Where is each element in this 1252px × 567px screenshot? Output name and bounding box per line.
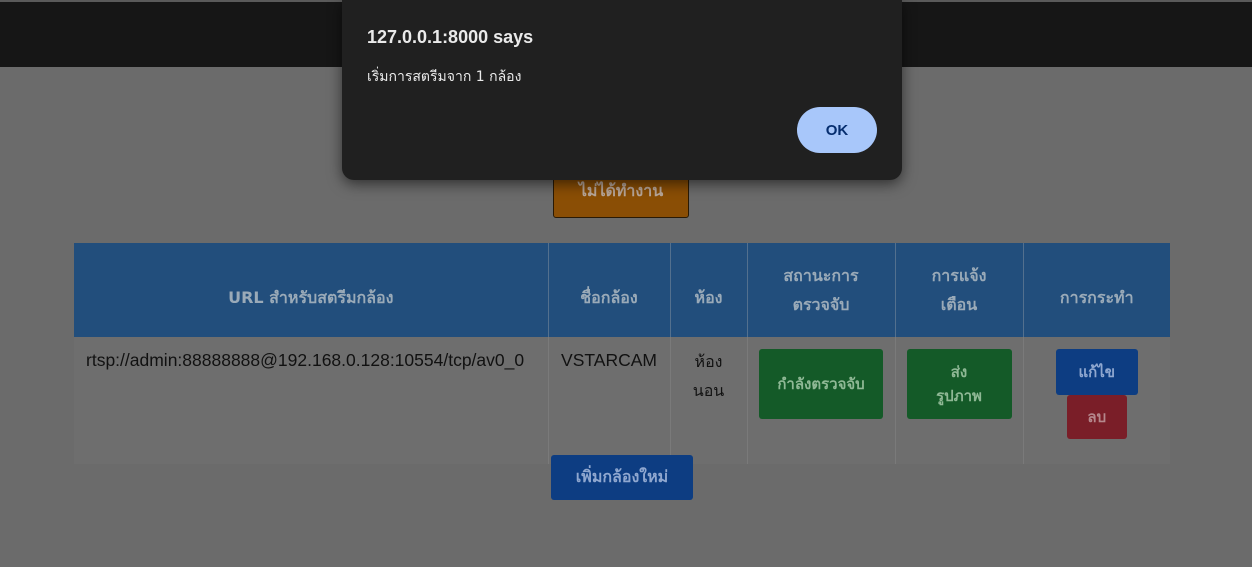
- camera-room: ห้องนอน: [670, 337, 748, 464]
- header-detection-status: สถานะการตรวจจับ: [747, 243, 896, 337]
- header-camera-name: ชื่อกล้อง: [548, 243, 671, 337]
- add-camera-button[interactable]: เพิ่มกล้องใหม่: [551, 455, 693, 500]
- action-buttons: แก้ไข ลบ: [1032, 349, 1163, 439]
- detection-cell: กำลังตรวจจับ: [747, 337, 896, 464]
- camera-table: URL สำหรับสตรีมกล้อง ชื่อกล้อง ห้อง สถาน…: [74, 243, 1170, 464]
- notify-cell: ส่งรูปภาพ: [895, 337, 1024, 464]
- actions-cell: แก้ไข ลบ: [1023, 337, 1170, 464]
- camera-url: rtsp://admin:88888888@192.168.0.128:1055…: [74, 337, 549, 464]
- camera-name: VSTARCAM: [548, 337, 671, 464]
- dialog-title: 127.0.0.1:8000 says: [367, 27, 534, 47]
- send-image-button[interactable]: ส่งรูปภาพ: [906, 349, 1012, 419]
- ok-button[interactable]: OK: [797, 107, 877, 153]
- dialog-message: เริ่มการสตรีมจาก 1 กล้อง: [367, 69, 522, 85]
- header-notification: การแจ้งเตือน: [895, 243, 1024, 337]
- edit-button[interactable]: แก้ไข: [1055, 349, 1138, 395]
- alert-dialog: 127.0.0.1:8000 says เริ่มการสตรีมจาก 1 ก…: [342, 0, 902, 180]
- header-actions: การกระทำ: [1023, 243, 1170, 337]
- detecting-button[interactable]: กำลังตรวจจับ: [759, 349, 883, 419]
- header-url: URL สำหรับสตรีมกล้อง: [74, 243, 549, 337]
- delete-button[interactable]: ลบ: [1066, 395, 1127, 439]
- header-room: ห้อง: [670, 243, 748, 337]
- table-header-row: URL สำหรับสตรีมกล้อง ชื่อกล้อง ห้อง สถาน…: [74, 243, 1170, 337]
- table-row: rtsp://admin:88888888@192.168.0.128:1055…: [74, 337, 1170, 464]
